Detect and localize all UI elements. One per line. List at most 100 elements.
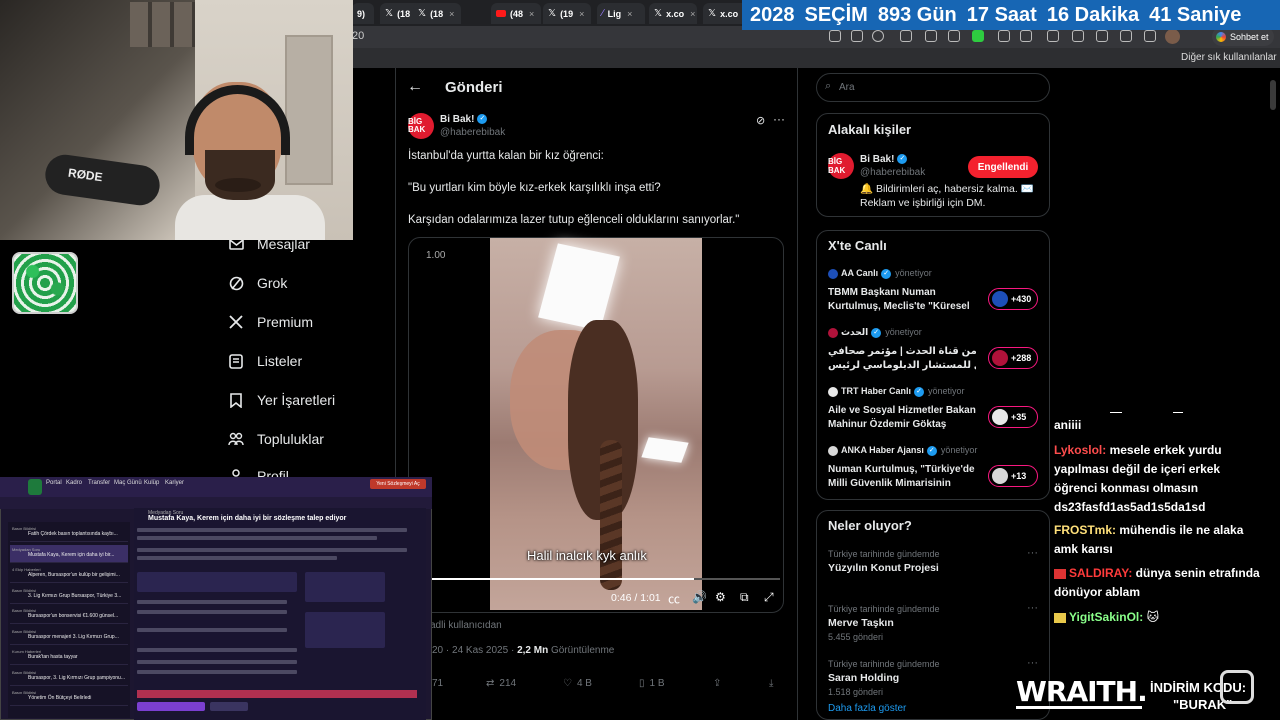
fm-row-subject: 3. Lig Kırmızı Grup Bursaspor, Türkiye 3… xyxy=(28,592,122,599)
trend-more-icon[interactable]: ··· xyxy=(1027,657,1038,669)
live-source[interactable]: AA Canlı ✓ yönetiyor xyxy=(828,268,932,279)
live-listeners-pill[interactable]: +430 xyxy=(988,288,1038,310)
trend-more-icon[interactable]: ··· xyxy=(1027,547,1038,559)
chat-message: YigitSakinOl: 🐱 xyxy=(1054,608,1264,627)
health-icon[interactable] xyxy=(1120,30,1132,42)
fm-player-card xyxy=(137,572,297,592)
address-text[interactable]: 20 xyxy=(352,30,364,42)
trends-title: Neler oluyor? xyxy=(828,518,912,533)
nav-bookmarks[interactable]: Yer İşaretleri xyxy=(228,392,335,408)
related-handle[interactable]: @haberebibak xyxy=(860,167,925,178)
close-icon[interactable]: × xyxy=(579,9,584,19)
verified-badge-icon: ✓ xyxy=(881,268,892,279)
back-arrow-icon[interactable]: ← xyxy=(407,78,423,96)
live-title-line[interactable]: TBMM Başkanı Numan xyxy=(828,286,976,300)
trend-count: 1.518 gönderi xyxy=(828,687,884,697)
video-person-braid xyxy=(600,440,622,590)
scrollbar-thumb[interactable] xyxy=(1270,80,1276,110)
blocked-button[interactable]: Engellendi xyxy=(968,156,1038,178)
live-title-line[interactable]: مباشر من قناة الحدث | مؤتمر صحافي xyxy=(828,345,976,359)
picture-in-picture-icon[interactable]: ⧉ xyxy=(740,590,749,605)
live-title-line[interactable]: Milli Güvenlik Mimarisinin xyxy=(828,477,976,491)
tab-label: (48 xyxy=(510,8,524,19)
browser-tab[interactable]: 𝕏(18 × xyxy=(413,3,461,24)
settings-gear-icon[interactable]: ⚙ xyxy=(715,590,726,604)
bookmark-button[interactable]: ▯ 1 B xyxy=(639,678,665,689)
browser-tab[interactable]: ∕ Lig × xyxy=(597,3,645,24)
nav-grok[interactable]: Grok xyxy=(228,275,287,291)
apps-icon[interactable] xyxy=(829,30,841,42)
close-icon[interactable]: × xyxy=(690,9,695,19)
related-avatar[interactable]: BİG BAK xyxy=(828,153,854,179)
live-listeners-pill[interactable]: +13 xyxy=(988,465,1038,487)
live-source[interactable]: ANKA Haber Ajansı ✓ yönetiyor xyxy=(828,445,977,456)
fm-paragraph-line xyxy=(137,528,407,532)
read-aloud-icon[interactable] xyxy=(851,30,863,42)
repost-button[interactable]: ⇄ 214 xyxy=(486,678,516,689)
grok-explain-icon[interactable]: ⊘ xyxy=(756,114,765,127)
close-icon[interactable]: × xyxy=(449,9,454,19)
tab-label: (19 xyxy=(560,8,574,19)
captions-icon[interactable]: ㏄ xyxy=(668,590,680,607)
live-listeners-pill[interactable]: +35 xyxy=(988,406,1038,428)
show-more-link[interactable]: Daha fazla göster xyxy=(828,703,906,714)
related-name[interactable]: Bi Bak! ✓ xyxy=(860,154,908,165)
star-icon[interactable] xyxy=(872,30,884,42)
live-role: yönetiyor xyxy=(895,268,932,278)
extension-icon[interactable] xyxy=(900,30,912,42)
downloads-icon[interactable] xyxy=(1144,30,1156,42)
reply-button[interactable]: 71 xyxy=(432,678,443,689)
more-options-icon[interactable]: ··· xyxy=(773,112,785,126)
live-source[interactable]: الحدث ✓ yönetiyor xyxy=(828,327,922,338)
browser-tab[interactable]: (48 × xyxy=(491,3,541,24)
live-title-line[interactable]: Kurtulmuş, Meclis'te "Küresel xyxy=(828,300,976,314)
share-icon[interactable]: ⇪ xyxy=(713,678,721,689)
author-avatar[interactable]: BİG BAK xyxy=(408,113,434,139)
profile-avatar[interactable] xyxy=(1165,29,1180,44)
download-icon[interactable]: ⤓ xyxy=(769,678,773,689)
live-listeners-pill[interactable]: +288 xyxy=(988,347,1038,369)
like-button[interactable]: ♡ 4 B xyxy=(563,678,592,689)
browser-tab[interactable]: 9) xyxy=(352,3,374,24)
extension-icon[interactable] xyxy=(972,30,984,42)
trend-name[interactable]: Yüzyılın Konut Projesi xyxy=(828,562,939,574)
x-icon: 𝕏 xyxy=(548,8,557,19)
volume-icon[interactable]: 🔊 xyxy=(692,590,707,604)
trend-more-icon[interactable]: ··· xyxy=(1027,602,1038,614)
browser-tab[interactable]: 𝕏x.co × xyxy=(649,3,697,24)
scrollbar[interactable] xyxy=(1268,68,1280,720)
x-logo-icon xyxy=(228,314,244,330)
collections-icon[interactable] xyxy=(1096,30,1108,42)
author-handle[interactable]: @haberebibak xyxy=(440,127,505,138)
nav-communities[interactable]: Topluluklar xyxy=(228,431,324,447)
fm-row-subject: Bursaspor, 3. Lig Kırmızı Grup şampiyonu… xyxy=(28,674,125,681)
trend-name[interactable]: Merve Taşkın xyxy=(828,617,894,629)
other-bookmarks-folder[interactable]: Diğer sık kullanılanlar xyxy=(1181,52,1277,63)
fullscreen-icon[interactable]: ⤢ xyxy=(764,590,774,605)
extension-icon[interactable] xyxy=(998,30,1010,42)
extension-icon[interactable] xyxy=(925,30,937,42)
close-icon[interactable]: × xyxy=(529,9,534,19)
live-title-line[interactable]: Mahinur Özdemir Göktaş xyxy=(828,418,976,432)
browser-tab[interactable]: 𝕏 (19 × xyxy=(543,3,591,24)
chat-message: aniiii xyxy=(1054,416,1264,435)
split-screen-icon[interactable] xyxy=(1047,30,1059,42)
chat-badge-icon xyxy=(1054,612,1066,623)
fm-menu-item: Kariyer xyxy=(165,480,185,486)
favorites-icon[interactable] xyxy=(1072,30,1084,42)
live-source[interactable]: TRT Haber Canlı ✓ yönetiyor xyxy=(828,386,965,397)
trend-name[interactable]: Saran Holding xyxy=(828,672,899,684)
live-title-line[interactable]: سجل للمستشار الدبلوماسي لرئيس xyxy=(828,359,976,373)
extension-icon[interactable] xyxy=(948,30,960,42)
extension-icon[interactable] xyxy=(1020,30,1032,42)
post-text-line: "Bu yurtları kim böyle kız-erkek karşılı… xyxy=(408,182,661,194)
youtube-icon xyxy=(496,10,506,17)
author-name[interactable]: Bi Bak! ✓ xyxy=(440,114,488,125)
nav-lists[interactable]: Listeler xyxy=(228,353,302,369)
close-icon[interactable]: × xyxy=(627,9,632,19)
live-title-line[interactable]: Numan Kurtulmuş, "Türkiye'de xyxy=(828,463,976,477)
live-listener-count: +35 xyxy=(1011,412,1027,422)
live-title-line[interactable]: Aile ve Sosyal Hizmetler Bakanı xyxy=(828,404,976,418)
nav-premium[interactable]: Premium xyxy=(228,314,313,330)
search-placeholder[interactable]: Ara xyxy=(839,82,855,93)
